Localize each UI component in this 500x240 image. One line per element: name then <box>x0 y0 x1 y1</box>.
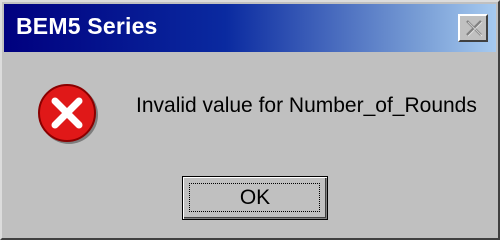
close-button[interactable] <box>458 14 488 42</box>
error-icon <box>38 84 98 144</box>
error-message: Invalid value for Number_of_Rounds <box>136 94 477 117</box>
ok-button[interactable]: OK <box>182 176 328 220</box>
title-bar[interactable]: BEM5 Series <box>4 4 496 52</box>
window-title: BEM5 Series <box>16 13 158 39</box>
close-icon <box>466 20 483 37</box>
error-dialog: BEM5 Series Invalid value for Number_of_… <box>0 0 500 240</box>
ok-label: OK <box>239 186 271 209</box>
